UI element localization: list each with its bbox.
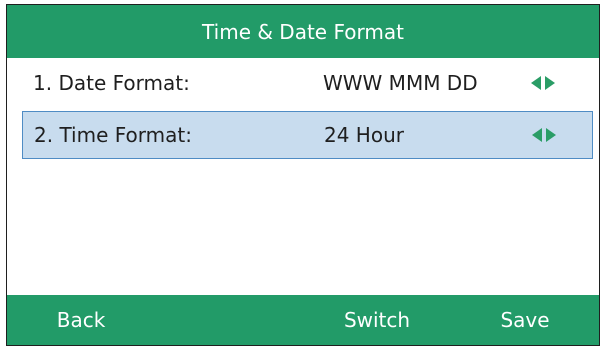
- save-softkey[interactable]: Save: [451, 295, 599, 345]
- time-format-value: 24 Hour: [324, 123, 404, 147]
- back-softkey[interactable]: Back: [7, 295, 155, 345]
- phone-screen: Time & Date Format 1. Date Format: WWW M…: [6, 4, 600, 346]
- left-arrow-icon[interactable]: [532, 128, 542, 142]
- date-format-value: WWW MMM DD: [323, 71, 478, 95]
- back-softkey-label: Back: [56, 308, 106, 332]
- softkey-bar: Back Switch Save: [7, 295, 599, 345]
- right-arrow-icon[interactable]: [546, 128, 556, 142]
- save-softkey-label: Save: [500, 308, 550, 332]
- left-arrow-icon[interactable]: [531, 76, 541, 90]
- time-format-label: 2. Time Format:: [34, 123, 192, 147]
- time-format-arrows[interactable]: [532, 128, 556, 142]
- page-title: Time & Date Format: [7, 5, 599, 58]
- switch-softkey[interactable]: Switch: [303, 295, 451, 345]
- page-title-text: Time & Date Format: [202, 19, 404, 44]
- date-format-row[interactable]: 1. Date Format: WWW MMM DD: [22, 59, 593, 107]
- empty-softkey[interactable]: [155, 295, 303, 345]
- time-format-row[interactable]: 2. Time Format: 24 Hour: [22, 111, 593, 159]
- right-arrow-icon[interactable]: [545, 76, 555, 90]
- date-format-label: 1. Date Format:: [33, 71, 190, 95]
- date-format-arrows[interactable]: [531, 76, 555, 90]
- switch-softkey-label: Switch: [343, 308, 411, 332]
